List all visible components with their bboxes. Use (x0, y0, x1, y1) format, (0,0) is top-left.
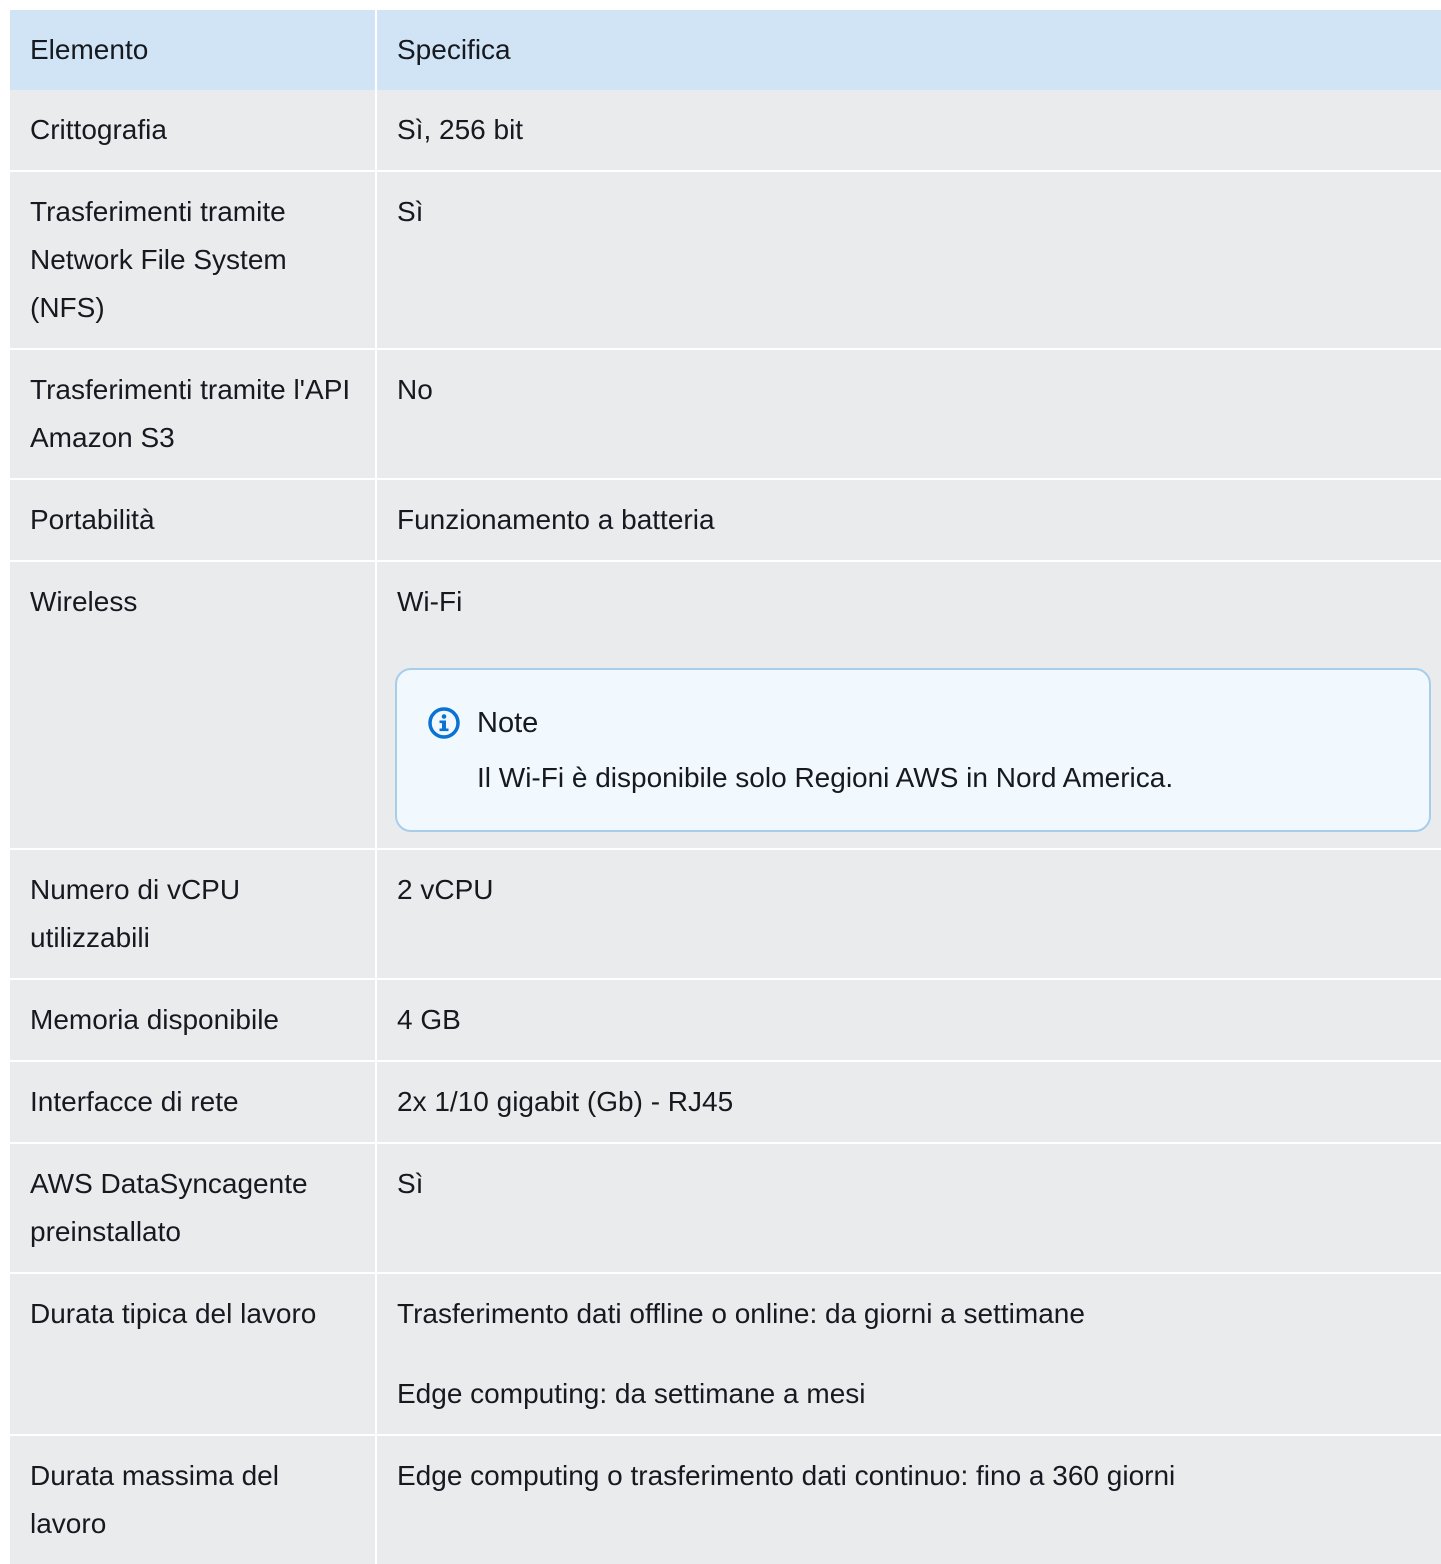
spec-text: Sì (397, 196, 424, 227)
spec-text: Trasferimento dati offline o online: da … (397, 1298, 1085, 1329)
note-text: Il Wi-Fi è disponibile solo Regioni AWS … (477, 762, 1174, 793)
element-cell: Trasferimenti tramite l'API Amazon S3 (10, 348, 377, 479)
spec-text: Edge computing: da settimane a mesi (397, 1378, 866, 1409)
table-row: Portabilità Funzionamento a batteria (10, 478, 1441, 561)
table-row: Durata massima del lavoro Edge computing… (10, 1434, 1441, 1564)
table-row: Memoria disponibile 4 GB (10, 978, 1441, 1061)
element-cell: Numero di vCPU utilizzabili (10, 848, 377, 979)
note-title: Note (477, 707, 539, 739)
spec-cell: Wi-Fi Note Il Wi-Fi è disponibile solo R… (376, 560, 1441, 849)
spec-cell: 2 vCPU (376, 848, 1441, 979)
spec-cell: 2x 1/10 gigabit (Gb) - RJ45 (376, 1060, 1441, 1143)
element-cell: Portabilità (10, 478, 377, 561)
table-row: Numero di vCPU utilizzabili 2 vCPU (10, 848, 1441, 979)
table-row: AWS DataSyncagente preinstallato Sì (10, 1142, 1441, 1273)
spec-cell: Sì, 256 bit (376, 90, 1441, 171)
column-header-spec: Specifica (376, 10, 1441, 90)
spec-text: No (397, 374, 433, 405)
table-row: Crittografia Sì, 256 bit (10, 90, 1441, 171)
element-cell: AWS DataSyncagente preinstallato (10, 1142, 377, 1273)
element-cell: Wireless (10, 560, 377, 849)
table-row: Interfacce di rete 2x 1/10 gigabit (Gb) … (10, 1060, 1441, 1143)
spec-text: Sì (397, 1168, 424, 1199)
note-header: Note (427, 698, 1399, 748)
spec-cell: No (376, 348, 1441, 479)
table-row: Trasferimenti tramite l'API Amazon S3 No (10, 348, 1441, 479)
spec-text: 2x 1/10 gigabit (Gb) - RJ45 (397, 1086, 734, 1117)
table-row: Wireless Wi-Fi Note Il Wi-Fi è disponibi… (10, 560, 1441, 849)
element-cell: Crittografia (10, 90, 377, 171)
note-callout: Note Il Wi-Fi è disponibile solo Regioni… (395, 668, 1431, 832)
element-cell: Durata tipica del lavoro (10, 1272, 377, 1435)
spec-cell: 4 GB (376, 978, 1441, 1061)
spec-text: 2 vCPU (397, 874, 494, 905)
spec-cell: Sì (376, 170, 1441, 349)
spec-text: Funzionamento a batteria (397, 504, 715, 535)
spec-text: Wi-Fi (397, 586, 463, 617)
table-header-row: Elemento Specifica (10, 10, 1441, 90)
spec-text: 4 GB (397, 1004, 461, 1035)
spec-cell: Funzionamento a batteria (376, 478, 1441, 561)
element-cell: Memoria disponibile (10, 978, 377, 1061)
spec-cell: Sì (376, 1142, 1441, 1273)
spec-table: Elemento Specifica Crittografia Sì, 256 … (10, 10, 1441, 1564)
spec-cell: Edge computing o trasferimento dati cont… (376, 1434, 1441, 1564)
element-cell: Trasferimenti tramite Network File Syste… (10, 170, 377, 349)
spec-cell: Trasferimento dati offline o online: da … (376, 1272, 1441, 1435)
table-row: Trasferimenti tramite Network File Syste… (10, 170, 1441, 349)
spec-text: Sì, 256 bit (397, 114, 524, 145)
column-header-element: Elemento (10, 10, 377, 90)
element-cell: Durata massima del lavoro (10, 1434, 377, 1564)
spec-text: Edge computing o trasferimento dati cont… (397, 1460, 1176, 1491)
table-row: Durata tipica del lavoro Trasferimento d… (10, 1272, 1441, 1435)
element-cell: Interfacce di rete (10, 1060, 377, 1143)
info-icon (428, 707, 460, 739)
